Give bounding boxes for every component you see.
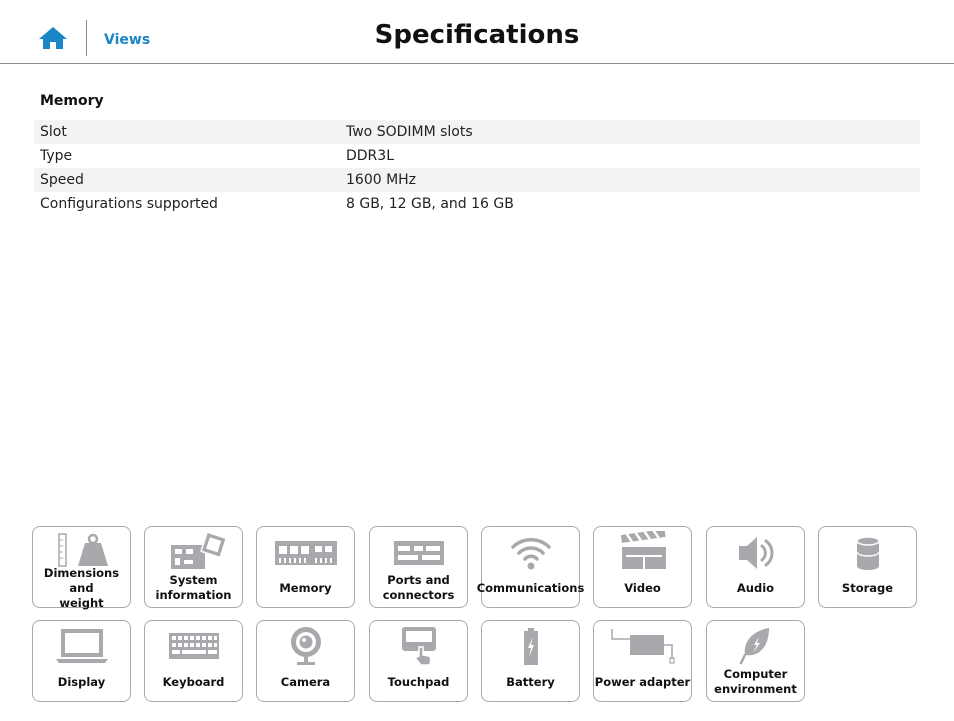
spec-row: Slot Two SODIMM slots xyxy=(34,120,920,144)
section-title: Memory xyxy=(40,93,104,109)
laptop-icon xyxy=(56,629,108,663)
tile-system-information[interactable]: System information xyxy=(144,526,243,608)
motherboard-icon xyxy=(171,531,228,569)
tile-ports-and-connectors[interactable]: Ports and connectors xyxy=(369,526,468,608)
tile-label: Dimensions and weight xyxy=(43,565,120,610)
spec-value: 8 GB, 12 GB, and 16 GB xyxy=(346,196,514,212)
tile-keyboard[interactable]: Keyboard xyxy=(144,620,243,702)
tile-battery[interactable]: Battery xyxy=(481,620,580,702)
tile-label: Memory xyxy=(279,580,332,595)
tile-label: Communications xyxy=(476,580,585,595)
keyboard-icon xyxy=(169,633,219,659)
page-title: Specifications xyxy=(374,20,580,50)
speaker-icon xyxy=(739,537,774,569)
tile-storage[interactable]: Storage xyxy=(818,526,917,608)
spec-nav-tiles: Dimensions and weight System information… xyxy=(32,526,922,706)
tile-label: Computer environment xyxy=(714,667,797,696)
spec-key: Speed xyxy=(40,172,84,188)
camera-icon xyxy=(291,627,321,665)
tile-label: Camera xyxy=(280,674,331,689)
tile-memory[interactable]: Memory xyxy=(256,526,355,608)
tile-computer-environment[interactable]: Computer environment xyxy=(706,620,805,702)
spec-key: Configurations supported xyxy=(40,196,218,212)
touchpad-icon xyxy=(402,627,436,666)
storage-icon xyxy=(856,536,880,570)
wifi-icon xyxy=(511,538,551,570)
power-adapter-icon xyxy=(611,629,675,664)
tile-label: Ports and connectors xyxy=(382,573,455,602)
tile-touchpad[interactable]: Touchpad xyxy=(369,620,468,702)
tile-camera[interactable]: Camera xyxy=(256,620,355,702)
tile-dimensions-and-weight[interactable]: Dimensions and weight xyxy=(32,526,131,610)
spec-row: Configurations supported 8 GB, 12 GB, an… xyxy=(34,192,920,216)
spec-key: Type xyxy=(40,148,73,164)
battery-icon xyxy=(524,628,538,665)
tile-video[interactable]: Video xyxy=(593,526,692,608)
leaf-icon xyxy=(739,628,769,665)
tile-communications[interactable]: Communications xyxy=(476,526,585,608)
tile-label: Display xyxy=(57,674,106,689)
tile-label: Keyboard xyxy=(162,674,225,689)
tile-label: Video xyxy=(624,580,661,595)
tile-audio[interactable]: Audio xyxy=(706,526,805,608)
tile-label: Touchpad xyxy=(387,674,450,689)
spec-key: Slot xyxy=(40,124,67,140)
tile-label: System information xyxy=(155,573,232,602)
tile-label: Battery xyxy=(506,674,555,689)
tile-label: Power adapter xyxy=(594,674,691,689)
spec-value: 1600 MHz xyxy=(346,172,417,188)
ports-icon xyxy=(394,541,444,565)
spec-value: Two SODIMM slots xyxy=(346,124,473,140)
tile-label: Audio xyxy=(736,580,775,595)
clapperboard-icon xyxy=(620,531,666,569)
header-bar: Views Specifications xyxy=(0,0,954,64)
tile-display[interactable]: Display xyxy=(32,620,131,702)
tile-label: Storage xyxy=(841,580,894,595)
spec-row: Type DDR3L xyxy=(34,144,920,168)
spec-value: DDR3L xyxy=(346,148,394,164)
tile-power-adapter[interactable]: Power adapter xyxy=(593,620,692,702)
spec-table: Slot Two SODIMM slots Type DDR3L Speed 1… xyxy=(34,120,920,216)
memory-icon xyxy=(275,541,337,565)
spec-row: Speed 1600 MHz xyxy=(34,168,920,192)
